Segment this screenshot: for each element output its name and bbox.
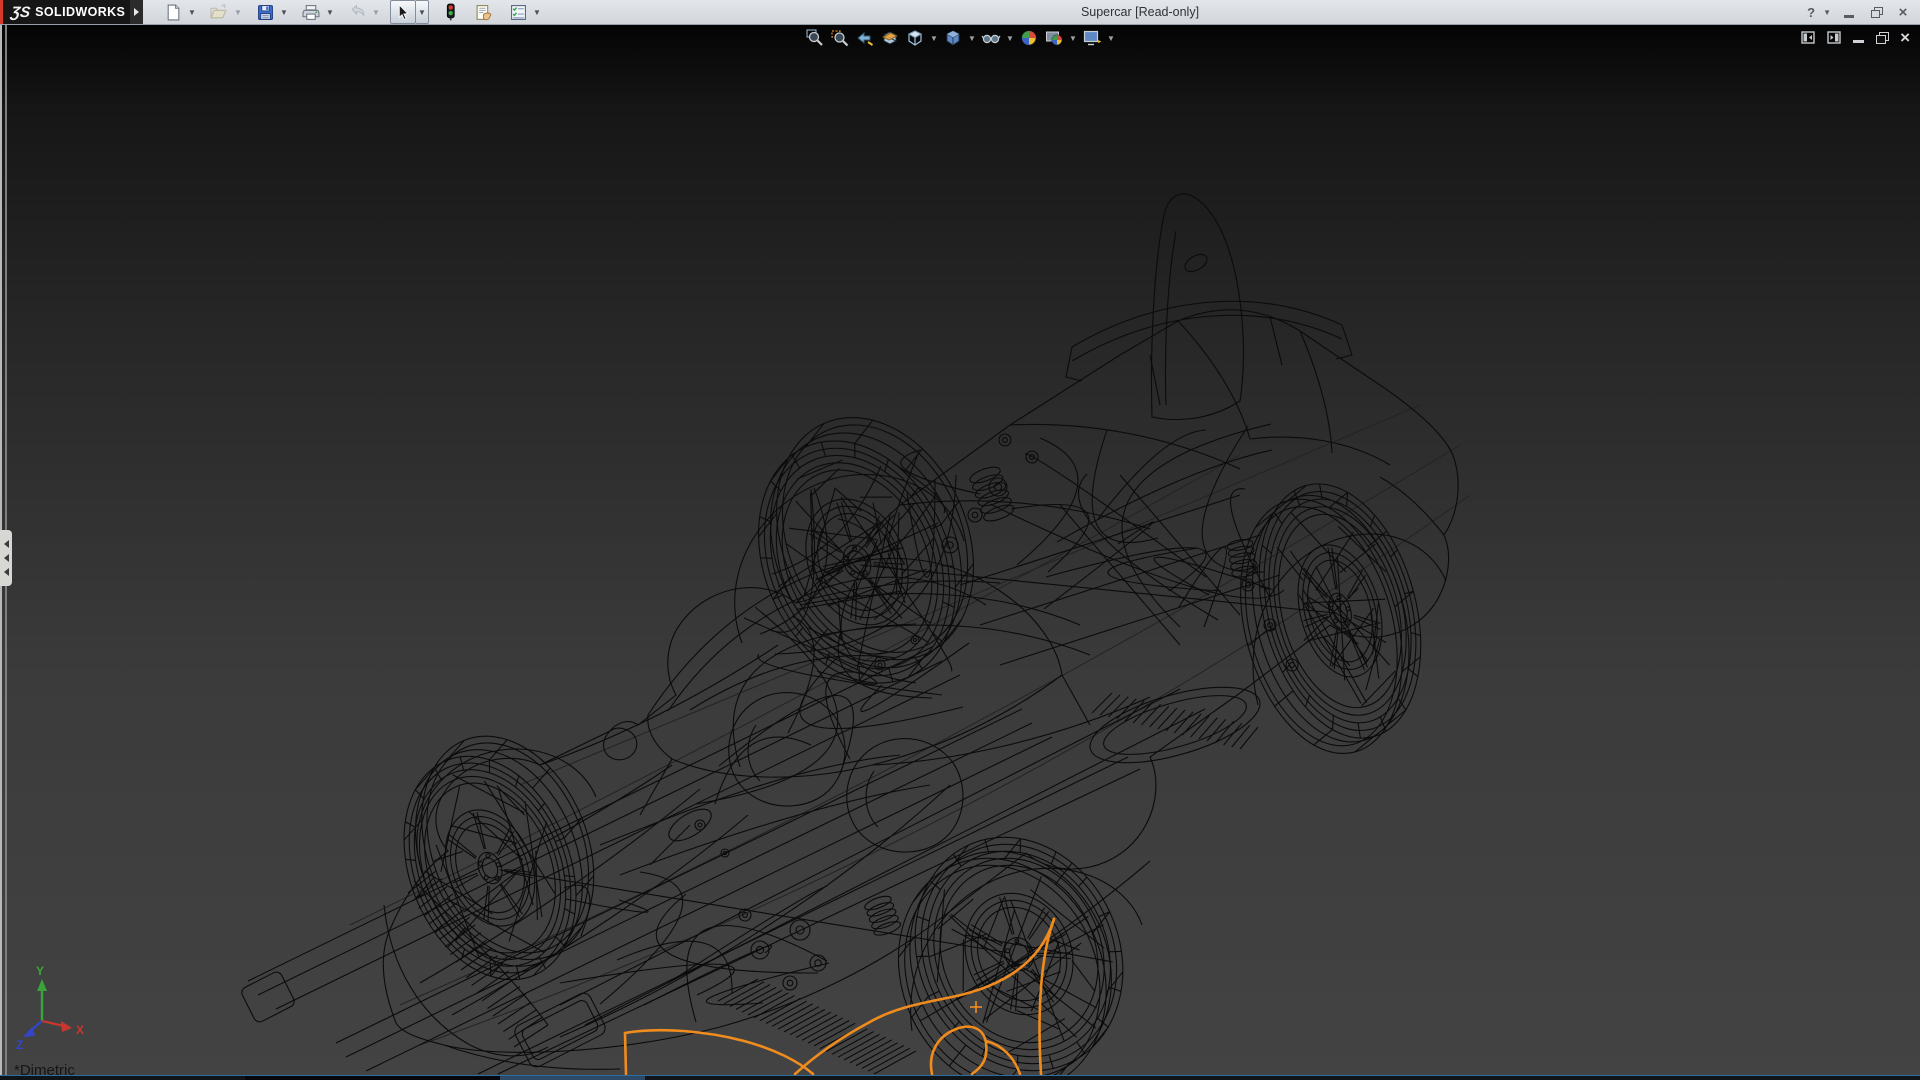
new-document-icon bbox=[165, 4, 182, 21]
open-document-button[interactable] bbox=[206, 0, 232, 24]
view-orientation-icon bbox=[906, 29, 924, 47]
open-document-icon bbox=[210, 4, 228, 21]
previous-view-icon bbox=[856, 29, 874, 47]
zoom-to-fit-button[interactable] bbox=[804, 28, 826, 48]
rebuild-traffic-light-icon bbox=[443, 3, 458, 21]
collapse-arrow-icon bbox=[4, 568, 9, 576]
help-button[interactable]: ? bbox=[1802, 3, 1820, 21]
zoom-to-fit-icon bbox=[806, 29, 824, 47]
headsup-view-toolbar: ▼ ▼ ▼ bbox=[804, 28, 1116, 48]
save-dropdown[interactable]: ▼ bbox=[278, 1, 290, 23]
select-tool-button[interactable] bbox=[390, 0, 416, 24]
expand-arrow-icon bbox=[134, 8, 139, 16]
print-button[interactable] bbox=[298, 0, 324, 24]
edit-appearance-icon bbox=[1020, 29, 1038, 47]
save-icon bbox=[257, 4, 274, 21]
document-close-icon: × bbox=[1900, 29, 1910, 46]
options-button[interactable] bbox=[505, 0, 531, 24]
rebuild-button[interactable] bbox=[437, 0, 463, 24]
car-wireframe[interactable] bbox=[240, 194, 1458, 1074]
feature-panel-expand-tab[interactable] bbox=[0, 530, 12, 586]
status-strip-segment bbox=[245, 1076, 500, 1080]
hide-show-items-button[interactable] bbox=[980, 28, 1002, 48]
collapse-arrow-icon bbox=[4, 540, 9, 548]
status-strip-segment bbox=[500, 1076, 645, 1080]
new-document-dropdown[interactable]: ▼ bbox=[186, 1, 198, 23]
section-view-icon bbox=[881, 29, 899, 47]
wireframe-detail bbox=[368, 386, 1450, 1075]
zoom-to-area-icon bbox=[831, 29, 849, 47]
document-minimize-icon bbox=[1853, 40, 1864, 43]
collapse-arrow-icon bbox=[4, 554, 9, 562]
restore-button[interactable] bbox=[1867, 3, 1885, 21]
pane-previous-icon bbox=[1801, 31, 1815, 44]
previous-view-button[interactable] bbox=[854, 28, 876, 48]
undo-icon bbox=[348, 4, 366, 21]
zoom-to-area-button[interactable] bbox=[829, 28, 851, 48]
view-settings-button[interactable] bbox=[1081, 28, 1103, 48]
display-style-button[interactable] bbox=[942, 28, 964, 48]
view-settings-dropdown[interactable]: ▼ bbox=[1106, 28, 1116, 48]
view-settings-icon bbox=[1083, 29, 1101, 47]
apply-scene-dropdown[interactable]: ▼ bbox=[1068, 28, 1078, 48]
restore-icon bbox=[1871, 7, 1882, 17]
logo-brand-text: SOLIDWORKS bbox=[35, 5, 125, 19]
pane-next-button[interactable] bbox=[1827, 31, 1841, 44]
file-properties-icon bbox=[475, 4, 493, 21]
triad-z-label: Z bbox=[16, 1038, 23, 1052]
new-document-button[interactable] bbox=[160, 0, 186, 24]
ds-logo-icon: ƷS bbox=[10, 4, 32, 21]
open-document-dropdown[interactable]: ▼ bbox=[232, 1, 244, 23]
view-orientation-button[interactable] bbox=[904, 28, 926, 48]
display-style-dropdown[interactable]: ▼ bbox=[967, 28, 977, 48]
select-cursor-icon bbox=[395, 4, 411, 21]
save-button[interactable] bbox=[252, 0, 278, 24]
section-view-button[interactable] bbox=[879, 28, 901, 48]
document-window-controls: × bbox=[1801, 29, 1910, 46]
help-dropdown[interactable]: ▼ bbox=[1823, 8, 1831, 17]
triad-x-label: X bbox=[76, 1023, 84, 1037]
document-close-button[interactable]: × bbox=[1900, 29, 1910, 46]
display-style-icon bbox=[944, 29, 962, 47]
view-orientation-dropdown[interactable]: ▼ bbox=[929, 28, 939, 48]
document-minimize-button[interactable] bbox=[1853, 32, 1864, 43]
print-icon bbox=[302, 4, 320, 21]
hide-show-items-icon bbox=[981, 29, 1001, 47]
document-restore-icon bbox=[1876, 32, 1888, 43]
model-viewport[interactable]: Y X Z bbox=[0, 25, 1920, 1075]
edit-appearance-button[interactable] bbox=[1018, 28, 1040, 48]
apply-scene-button[interactable] bbox=[1043, 28, 1065, 48]
close-button[interactable]: × bbox=[1894, 3, 1912, 21]
pane-previous-button[interactable] bbox=[1801, 31, 1815, 44]
titlebar: ƷS SOLIDWORKS ▼ ▼ bbox=[0, 0, 1920, 25]
status-strip bbox=[0, 1075, 1920, 1080]
file-properties-button[interactable] bbox=[471, 0, 497, 24]
options-icon bbox=[510, 4, 527, 21]
selection-point-marker bbox=[970, 1001, 982, 1013]
main-toolbar: ▼ ▼ ▼ bbox=[160, 0, 543, 24]
solidworks-logo: ƷS SOLIDWORKS bbox=[0, 0, 130, 24]
undo-button[interactable] bbox=[344, 0, 370, 24]
minimize-icon bbox=[1844, 15, 1854, 18]
hide-show-items-dropdown[interactable]: ▼ bbox=[1005, 28, 1015, 48]
pane-next-icon bbox=[1827, 31, 1841, 44]
menu-expand-button[interactable] bbox=[130, 0, 143, 24]
print-dropdown[interactable]: ▼ bbox=[324, 1, 336, 23]
logo-red-accent bbox=[0, 0, 3, 24]
undo-dropdown[interactable]: ▼ bbox=[370, 1, 382, 23]
options-dropdown[interactable]: ▼ bbox=[531, 1, 543, 23]
graphics-area[interactable]: Y X Z bbox=[0, 25, 1920, 1075]
reference-triad: Y X Z bbox=[16, 964, 84, 1052]
window-title: Supercar [Read-only] bbox=[1081, 0, 1199, 24]
close-icon: × bbox=[1899, 5, 1908, 20]
apply-scene-icon bbox=[1045, 29, 1063, 47]
document-restore-button[interactable] bbox=[1876, 32, 1888, 43]
window-controls: ? ▼ × bbox=[1802, 0, 1912, 24]
select-tool-dropdown[interactable]: ▼ bbox=[416, 0, 429, 24]
minimize-button[interactable] bbox=[1840, 3, 1858, 21]
triad-y-label: Y bbox=[36, 964, 44, 978]
